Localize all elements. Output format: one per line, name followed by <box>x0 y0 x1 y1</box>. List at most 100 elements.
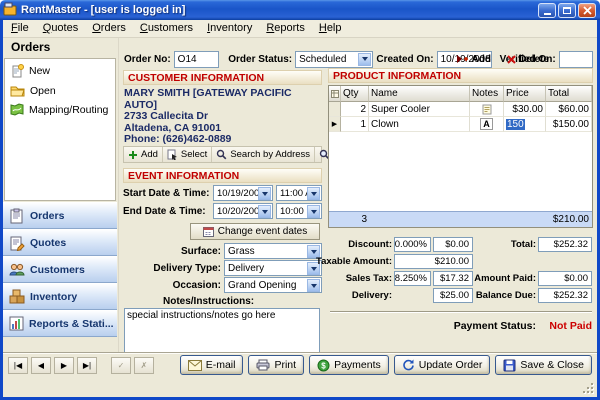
sidebar-item-reports[interactable]: Reports & Stati... <box>3 310 117 337</box>
start-date-input[interactable]: 10/19/2008 <box>213 185 273 201</box>
payments-button[interactable]: $ Payments <box>309 355 389 375</box>
col-header-name: Name <box>369 86 470 102</box>
sidebar-item-inventory[interactable]: Inventory <box>3 283 117 310</box>
maximize-button[interactable] <box>558 3 576 18</box>
cancel-record-button[interactable]: ✗ <box>134 357 154 374</box>
order-no-input[interactable]: O14 <box>174 51 220 68</box>
search-icon <box>216 149 227 160</box>
row-selector[interactable]: ▶ <box>329 117 341 132</box>
total-value: $252.32 <box>538 237 592 252</box>
quotes-icon <box>9 235 25 251</box>
chevron-down-icon[interactable] <box>307 205 320 218</box>
chevron-down-icon[interactable] <box>258 205 271 218</box>
open-folder-icon <box>10 84 25 97</box>
total-cell[interactable]: $150.00 <box>546 117 592 132</box>
end-date-input[interactable]: 10/20/2008 <box>213 203 273 219</box>
chevron-down-icon[interactable] <box>258 187 271 200</box>
chevron-down-icon[interactable] <box>307 187 320 200</box>
print-button[interactable]: Print <box>248 355 304 375</box>
next-record-button[interactable]: ▶ <box>54 357 74 374</box>
sales-tax-label: Sales Tax: <box>312 271 392 286</box>
surface-select[interactable]: Grass <box>224 243 322 259</box>
sales-tax-percent-input[interactable]: 8.250% <box>394 271 431 286</box>
menu-quotes[interactable]: Quotes <box>36 20 85 37</box>
menu-help[interactable]: Help <box>312 20 349 37</box>
change-event-dates-button[interactable]: Change event dates <box>190 223 320 240</box>
shortcut-mapping-routing[interactable]: Mapping/Routing <box>5 100 115 119</box>
menu-orders[interactable]: Orders <box>85 20 133 37</box>
minimize-button[interactable] <box>538 3 556 18</box>
button-label: Update Order <box>419 359 483 371</box>
search-by-address-button[interactable]: Search by Address <box>212 147 315 162</box>
add-product-button[interactable]: Add <box>456 54 491 65</box>
name-cell[interactable]: Super Cooler <box>369 102 470 117</box>
start-time-input[interactable]: 11:00 AM <box>276 185 322 201</box>
payment-separator <box>330 311 592 313</box>
sidebar-item-customers[interactable]: Customers <box>3 256 117 283</box>
customer-select-button[interactable]: Select <box>163 147 212 162</box>
payments-icon: $ <box>317 359 330 372</box>
delivery-type-select[interactable]: Delivery <box>224 260 322 276</box>
save-close-button[interactable]: Save & Close <box>495 355 592 375</box>
shortcut-label: Open <box>30 85 56 97</box>
event-section-header: EVENT INFORMATION <box>123 168 322 183</box>
notes-cell[interactable]: A <box>470 117 504 132</box>
menu-file[interactable]: File <box>4 20 36 37</box>
price-cell[interactable]: $30.00 <box>504 102 546 117</box>
footer-qty-total: 3 <box>329 214 369 225</box>
discount-label: Discount: <box>312 237 392 252</box>
occasion-value: Grand Opening <box>228 280 296 291</box>
qty-cell[interactable]: 1 <box>341 117 369 132</box>
qty-cell[interactable]: 2 <box>341 102 369 117</box>
price-cell-editing[interactable]: 150 <box>504 117 546 132</box>
bottom-toolbar: |◀ ◀ ▶ ▶| ✓ ✗ E-mail Print $ Payments Up… <box>3 352 597 377</box>
shortcut-new[interactable]: New <box>5 61 115 81</box>
discount-amount-input[interactable]: $0.00 <box>433 237 473 252</box>
inventory-icon <box>9 289 25 304</box>
discount-percent-input[interactable]: 0.000% <box>394 237 431 252</box>
resize-grip[interactable] <box>582 382 595 395</box>
table-row-current: ▶ 1 Clown A 150 $150.00 <box>329 117 592 132</box>
svg-text:$: $ <box>321 361 326 370</box>
update-order-button[interactable]: Update Order <box>394 355 491 375</box>
prev-record-button[interactable]: ◀ <box>31 357 51 374</box>
sidebar-title: Orders <box>11 40 50 54</box>
menu-reports[interactable]: Reports <box>259 20 312 37</box>
delivery-amount-input[interactable]: $25.00 <box>433 288 473 303</box>
close-icon <box>583 6 592 15</box>
accept-record-button[interactable]: ✓ <box>111 357 131 374</box>
name-cell[interactable]: Clown <box>369 117 470 132</box>
total-cell[interactable]: $60.00 <box>546 102 592 117</box>
last-record-button[interactable]: ▶| <box>77 357 97 374</box>
col-header-notes: Notes <box>470 86 504 102</box>
notes-cell[interactable] <box>470 102 504 117</box>
first-record-button[interactable]: |◀ <box>8 357 28 374</box>
customer-add-button[interactable]: Add <box>124 147 163 162</box>
customer-section-header: CUSTOMER INFORMATION <box>123 70 322 85</box>
email-button[interactable]: E-mail <box>180 355 244 375</box>
sidebar-item-label: Reports & Stati... <box>29 318 114 330</box>
shortcut-open[interactable]: Open <box>5 81 115 100</box>
notes-instructions-textarea[interactable]: special instructions/notes go here <box>124 308 320 356</box>
button-label: Payments <box>334 359 381 371</box>
sidebar-item-label: Inventory <box>30 291 77 303</box>
end-time-input[interactable]: 10:00 PM <box>276 203 322 219</box>
sidebar-item-label: Customers <box>30 264 85 276</box>
notes-instructions-label: Notes/Instructions: <box>163 296 322 307</box>
taxable-amount-label: Taxable Amount: <box>312 254 392 269</box>
menu-customers[interactable]: Customers <box>133 20 200 37</box>
customers-icon <box>9 262 25 277</box>
selected-edit-text: 150 <box>506 119 525 130</box>
note-icon <box>482 104 492 115</box>
delete-product-button[interactable]: Delete <box>507 54 549 65</box>
occasion-select[interactable]: Grand Opening <box>224 277 322 293</box>
row-selector[interactable] <box>329 102 341 117</box>
close-button[interactable] <box>578 3 596 18</box>
email-icon <box>188 360 202 371</box>
status-strip <box>3 377 597 397</box>
menu-inventory[interactable]: Inventory <box>200 20 259 37</box>
sidebar-item-orders[interactable]: Orders <box>3 202 117 229</box>
button-label: Select <box>181 149 207 160</box>
mapping-icon <box>10 103 24 116</box>
sidebar-item-quotes[interactable]: Quotes <box>3 229 117 256</box>
